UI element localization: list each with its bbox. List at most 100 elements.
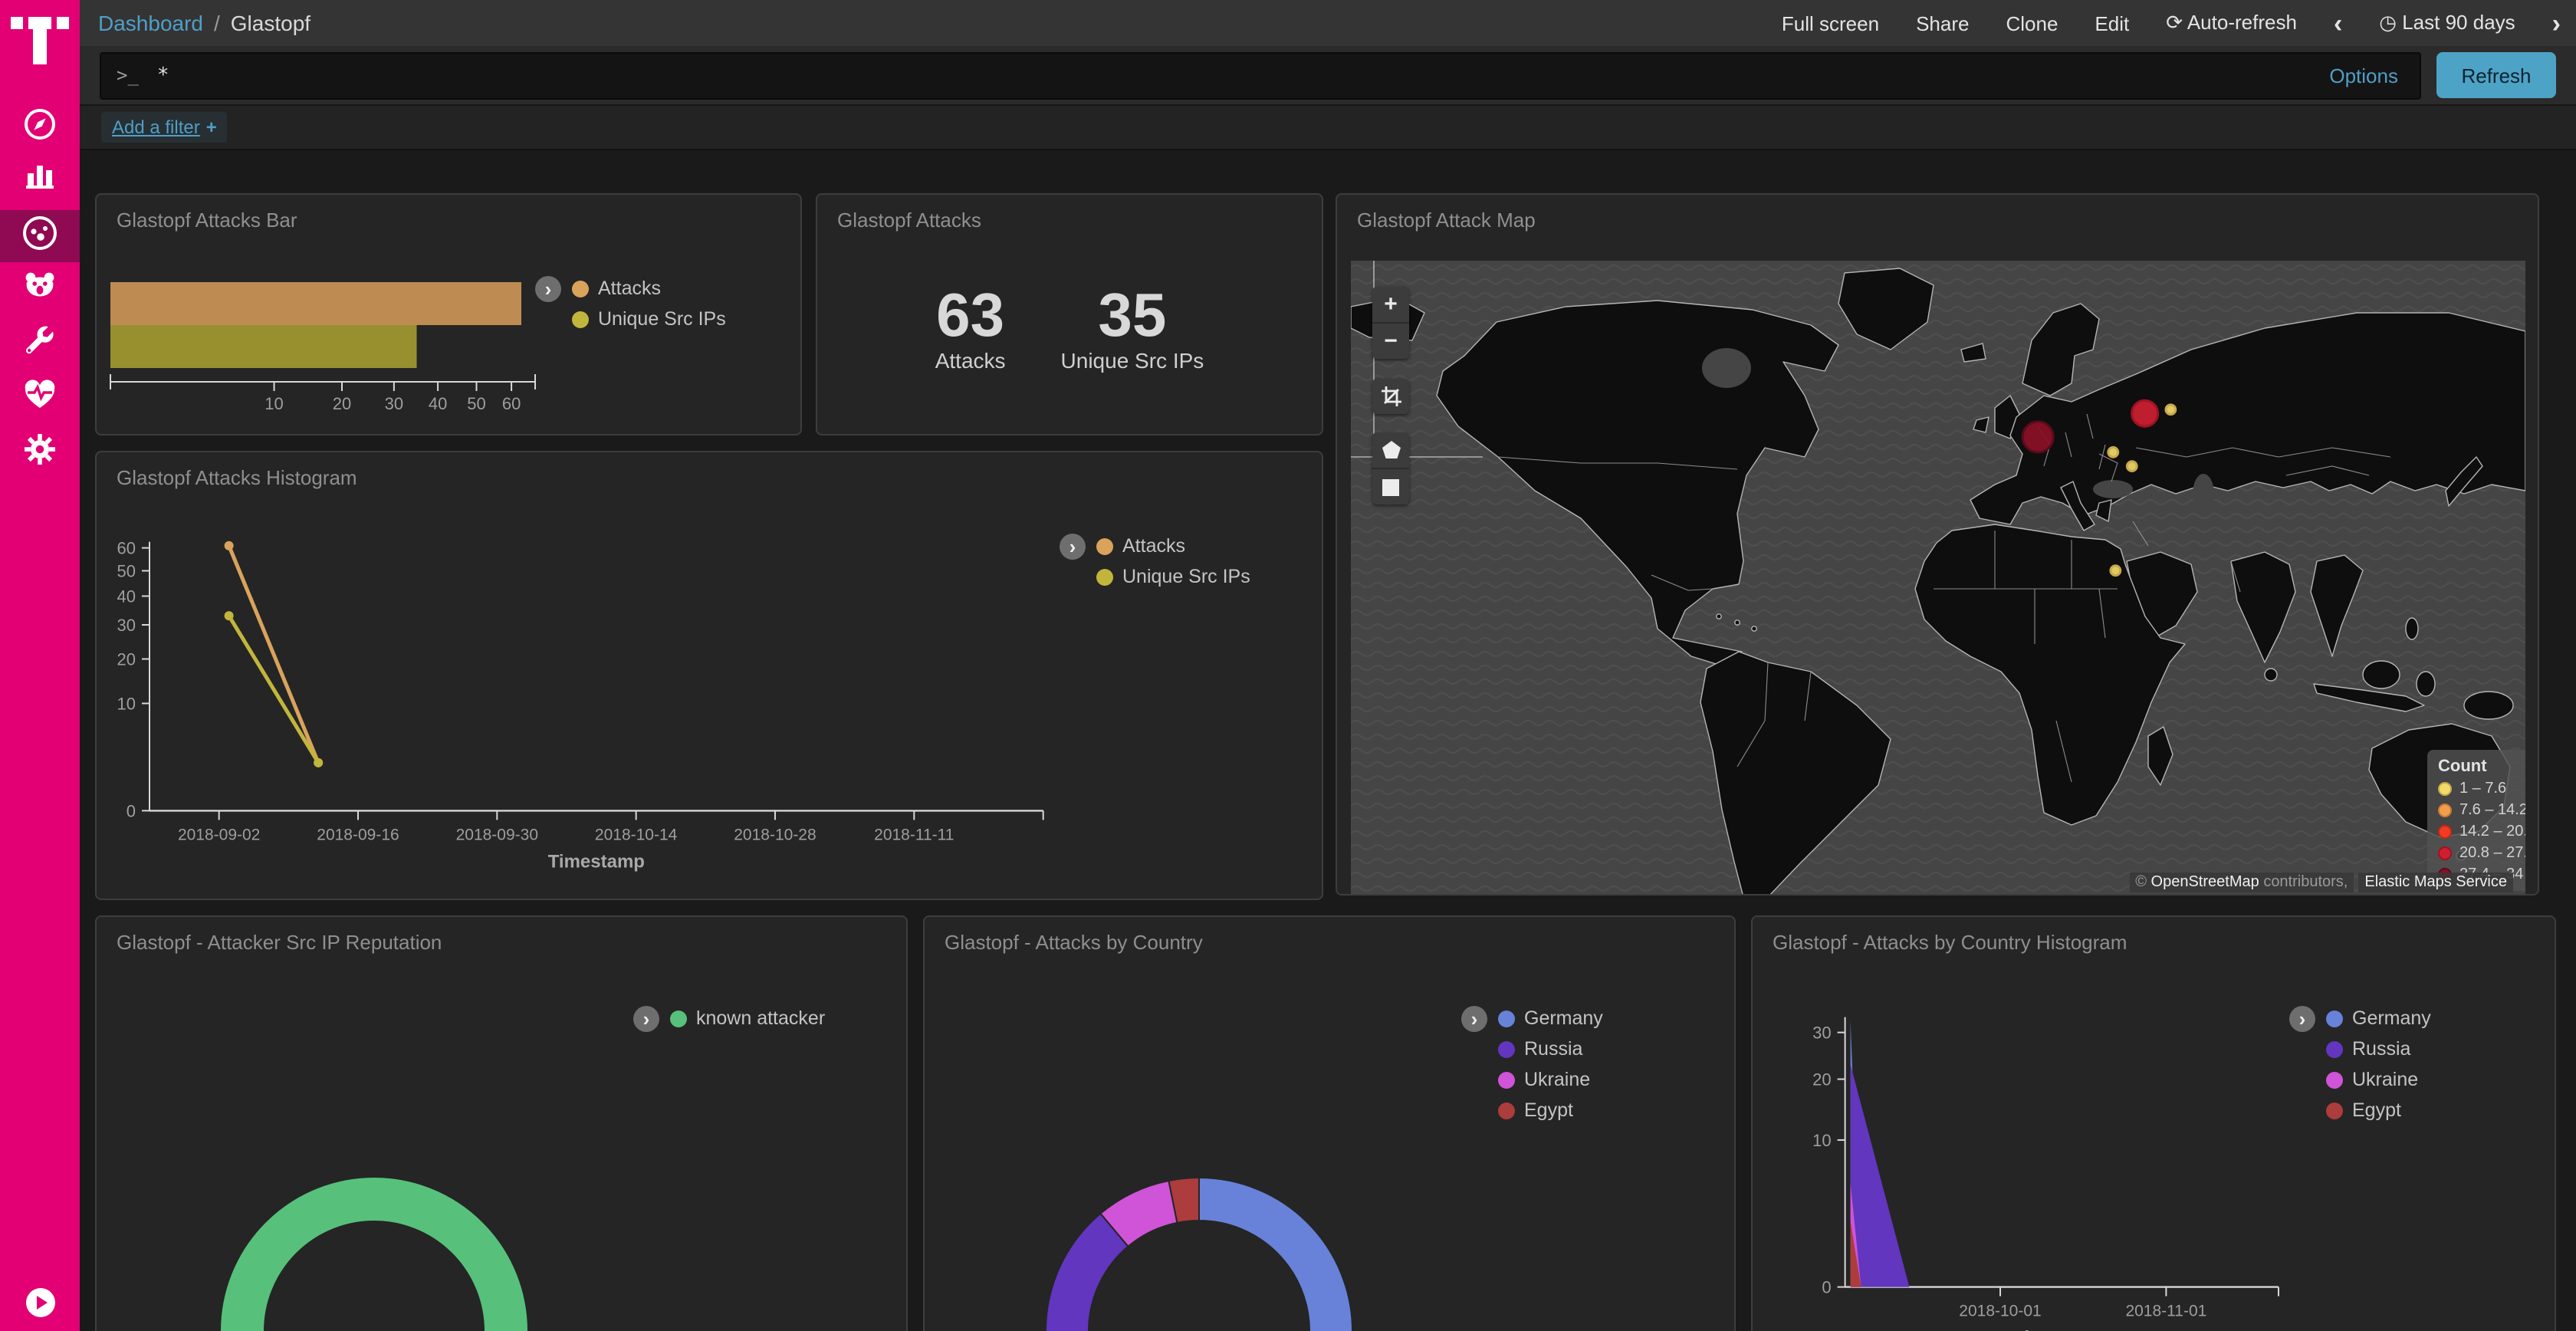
sidebar-expand-button[interactable]	[26, 1288, 55, 1317]
sidebar-item-visualize[interactable]	[0, 152, 80, 204]
time-range-button[interactable]: ◷ Last 90 days	[2379, 11, 2515, 35]
legend-dot	[1498, 1040, 1515, 1057]
breadcrumb-separator: /	[203, 11, 231, 35]
time-back-button[interactable]: ‹	[2334, 10, 2342, 36]
add-filter-button[interactable]: Add a filter+	[101, 112, 228, 143]
options-link[interactable]: Options	[2329, 64, 2404, 87]
metric-label: Attacks	[935, 348, 1006, 373]
legend-item[interactable]: Germany	[2326, 1007, 2431, 1029]
legend-item[interactable]: Ukraine	[2326, 1069, 2431, 1090]
legend-item[interactable]: Ukraine	[1498, 1069, 1603, 1090]
sidebar-item-dashboard[interactable]	[0, 210, 80, 262]
legend-item[interactable]: Attacks	[572, 278, 726, 299]
map-zoom-control: + −	[1372, 287, 1409, 359]
map-attribution: © OpenStreetMap contributors, Elastic Ma…	[2129, 873, 2513, 892]
panel-title: Glastopf Attack Map	[1357, 209, 1536, 232]
legend-item[interactable]: Unique Src IPs	[572, 308, 726, 330]
attacks-histogram-chart[interactable]: 01020304050602018-09-022018-09-162018-09…	[97, 452, 1323, 900]
map-legend-label: 1 – 7.6	[2459, 781, 2506, 797]
map-legend-label: 14.2 – 20.8	[2459, 823, 2525, 840]
svg-text:50: 50	[467, 394, 485, 413]
map-legend-dot	[2438, 782, 2452, 796]
legend-dot	[2326, 1102, 2343, 1119]
svg-text:50: 50	[117, 561, 136, 580]
auto-refresh-button[interactable]: ⟳ Auto-refresh	[2166, 11, 2297, 35]
world-map[interactable]: + − Coun	[1351, 261, 2525, 896]
legend-item[interactable]: Attacks	[1096, 535, 1250, 557]
panel-title: Glastopf - Attacks by Country	[945, 931, 1203, 954]
elastic-maps-service-link[interactable]: Elastic Maps Service	[2358, 873, 2513, 892]
legend-item[interactable]: Unique Src IPs	[1096, 566, 1250, 587]
breadcrumb-dashboard-link[interactable]: Dashboard	[98, 11, 203, 35]
legend-item[interactable]: Egypt	[1498, 1099, 1603, 1121]
panel-attacks-bar: Glastopf Attacks Bar 102030405060 Attack…	[95, 193, 802, 435]
svg-text:10: 10	[264, 394, 283, 413]
legend-item[interactable]: known attacker	[670, 1007, 825, 1029]
map-legend-item: 7.6 – 14.2	[2438, 802, 2525, 819]
map-legend-dot	[2438, 825, 2452, 839]
svg-text:0: 0	[1822, 1278, 1831, 1297]
sidebar-item-monitoring[interactable]	[0, 371, 80, 423]
edit-button[interactable]: Edit	[2095, 12, 2129, 35]
legend-item[interactable]: Russia	[2326, 1038, 2431, 1060]
svg-text:Timestamp: Timestamp	[2013, 1328, 2110, 1331]
heartbeat-icon	[21, 375, 58, 419]
map-legend: Count 1 – 7.67.6 – 14.214.2 – 20.820.8 –…	[2427, 750, 2525, 891]
svg-text:30: 30	[385, 394, 403, 413]
map-polygon-tool-icon[interactable]	[1372, 432, 1409, 468]
compass-icon	[21, 105, 58, 150]
map-zoom-out-button[interactable]: −	[1372, 322, 1409, 359]
legend-item[interactable]: Germany	[1498, 1007, 1603, 1029]
map-legend-item: 20.8 – 27.4	[2438, 845, 2525, 862]
legend-label: Ukraine	[2352, 1069, 2418, 1090]
map-rectangle-tool-icon[interactable]	[1372, 468, 1409, 504]
map-legend-dot	[2438, 846, 2452, 860]
full-screen-button[interactable]: Full screen	[1782, 12, 1879, 35]
sidebar-item-bear[interactable]	[0, 262, 80, 314]
panel-attacks-by-country: Glastopf - Attacks by Country Germany Rus…	[923, 915, 1736, 1331]
gear-icon	[21, 430, 58, 475]
legend: Germany Russia Ukraine Egypt	[2326, 1007, 2431, 1121]
clone-button[interactable]: Clone	[2006, 12, 2058, 35]
legend: known attacker	[670, 1007, 825, 1029]
legend-item[interactable]: Russia	[1498, 1038, 1603, 1060]
legend-dot	[572, 280, 589, 297]
legend-label: known attacker	[696, 1007, 825, 1029]
svg-text:2018-10-28: 2018-10-28	[734, 826, 816, 843]
sidebar-item-discover[interactable]	[0, 101, 80, 153]
metric-unique-src-ips: 35 Unique Src IPs	[1061, 284, 1204, 373]
map-fit-control	[1372, 379, 1409, 414]
search-input[interactable]: >_ * Options	[100, 51, 2421, 99]
topbar-menu: Full screen Share Clone Edit ⟳ Auto-refr…	[1782, 10, 2576, 36]
map-legend-label: 7.6 – 14.2	[2459, 802, 2525, 819]
metric-label: Unique Src IPs	[1061, 348, 1204, 373]
sidebar-item-devtools[interactable]	[0, 317, 80, 370]
refresh-cycle-icon: ⟳	[2166, 11, 2183, 34]
legend-dot	[2326, 1071, 2343, 1088]
refresh-button[interactable]: Refresh	[2436, 52, 2556, 98]
panel-attacks-metric: Glastopf Attacks 63 Attacks 35 Unique Sr…	[816, 193, 1323, 435]
svg-text:40: 40	[117, 587, 136, 606]
map-zoom-in-button[interactable]: +	[1372, 287, 1409, 322]
legend-expand-icon[interactable]	[535, 276, 561, 302]
legend-expand-icon[interactable]	[2289, 1006, 2315, 1032]
country-donut-chart[interactable]	[925, 917, 1736, 1331]
openstreetmap-link[interactable]: OpenStreetMap	[2151, 874, 2259, 891]
sidebar-item-management[interactable]	[0, 426, 80, 478]
legend: Attacks Unique Src IPs	[1096, 535, 1250, 587]
legend-item[interactable]: Egypt	[2326, 1099, 2431, 1121]
reputation-donut-chart[interactable]	[97, 917, 908, 1331]
legend-expand-icon[interactable]	[633, 1006, 659, 1032]
osm-attribution: © OpenStreetMap contributors,	[2129, 873, 2354, 892]
panel-country-histogram: Glastopf - Attacks by Country Histogram …	[1751, 915, 2556, 1331]
sidebar	[0, 0, 80, 1331]
svg-text:Timestamp: Timestamp	[548, 851, 645, 872]
legend-expand-icon[interactable]	[1461, 1006, 1487, 1032]
legend-label: Russia	[1524, 1038, 1582, 1060]
time-forward-button[interactable]: ›	[2552, 10, 2561, 36]
map-crop-icon[interactable]	[1372, 379, 1409, 414]
country-histogram-chart[interactable]: 01020302018-10-012018-11-01Timestamp	[1753, 917, 2556, 1331]
share-button[interactable]: Share	[1916, 12, 1969, 35]
legend-label: Egypt	[2352, 1099, 2401, 1121]
legend-expand-icon[interactable]	[1060, 534, 1086, 560]
